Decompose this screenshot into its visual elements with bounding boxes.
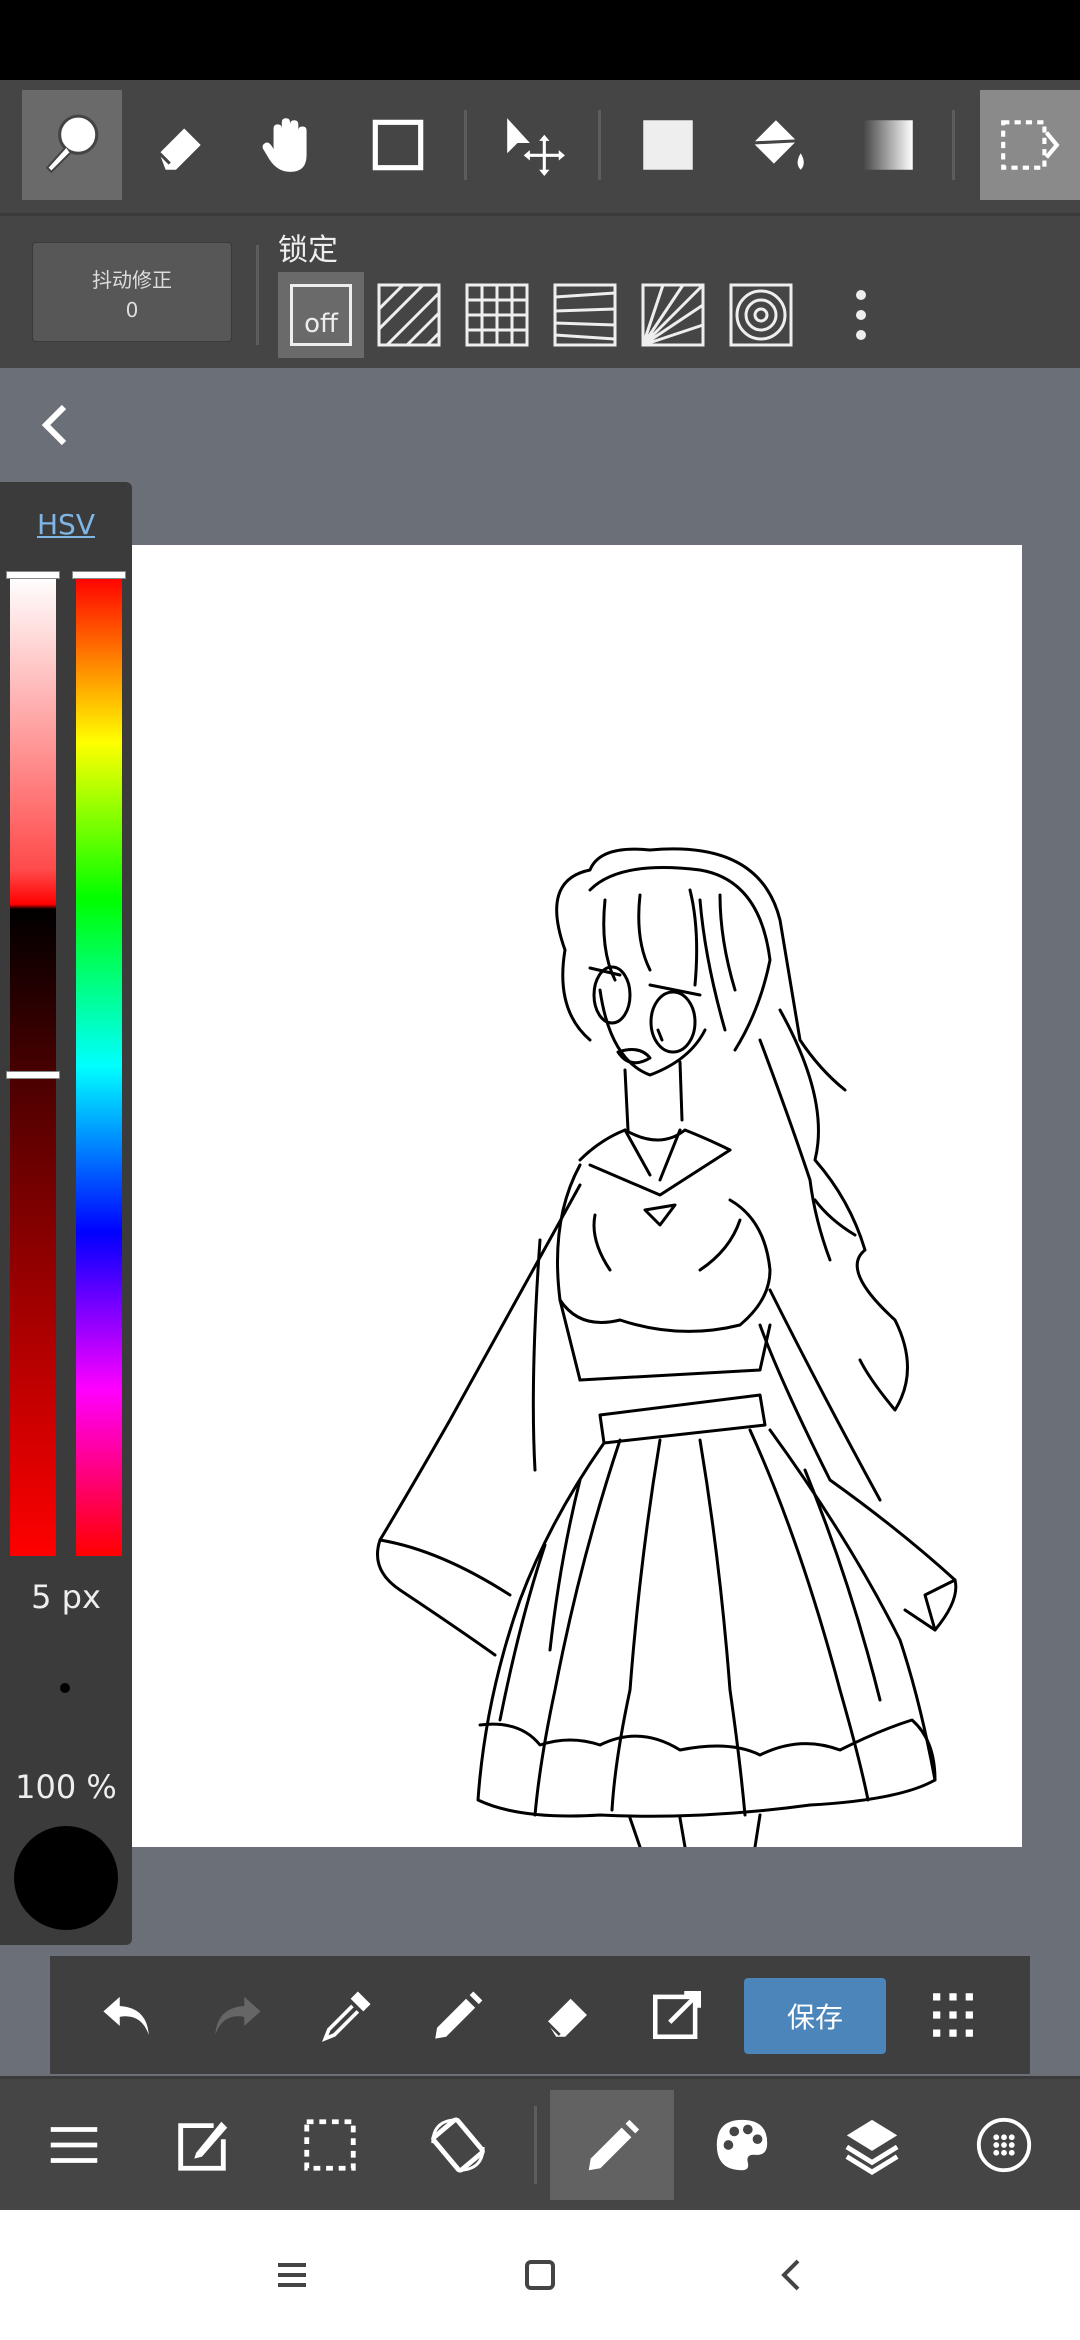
collapse-panel-icon[interactable] [30,395,80,455]
save-button[interactable]: 保存 [744,1978,886,2054]
eyedropper-button[interactable] [302,1970,392,2060]
share-button[interactable] [632,1970,722,2060]
stabilizer-value: 0 [125,298,139,322]
rectangle-icon [372,119,424,171]
lock-off-label: off [290,284,352,346]
radial-lines-icon [641,283,705,347]
brush-tool-button[interactable] [22,90,122,200]
move-tool-button[interactable] [484,90,584,200]
nav-divider [534,2106,537,2184]
radial-lock-button[interactable] [630,272,716,358]
palette-button[interactable] [682,2090,802,2200]
filled-square-icon [643,120,693,170]
grid-lock-button[interactable] [454,272,540,358]
eraser-icon [158,128,201,170]
hamburger-icon [50,2127,98,2163]
perspective-lines-icon [553,283,617,347]
eraser-icon [546,1998,587,2037]
options-divider [256,245,259,345]
selection-button[interactable] [270,2090,390,2200]
concentric-lock-button[interactable] [718,272,804,358]
move-icon [507,118,565,176]
system-home-button[interactable] [510,2245,570,2305]
toolbar-divider [598,110,601,180]
drawing-canvas[interactable] [132,545,1022,1847]
layers-icon [845,2119,899,2175]
gradient-tool-button[interactable] [838,90,938,200]
select-tool-button[interactable] [980,90,1080,200]
paint-bucket-icon [753,120,804,170]
parallel-lines-lock-button[interactable] [366,272,452,358]
hand-icon [262,118,307,172]
tool-bar [0,80,1080,213]
more-vertical-icon [856,290,866,340]
status-bar [0,0,1080,80]
diagonal-lines-icon [377,283,441,347]
redo-button[interactable] [192,1970,282,2060]
stabilizer-button[interactable]: 抖动修正 0 [32,242,232,342]
palette-icon [716,2119,768,2171]
system-back-button[interactable] [762,2245,822,2305]
menu-button[interactable] [14,2090,134,2200]
rotate-screen-icon [431,2117,485,2173]
grid-dots-icon [933,1993,973,2037]
dashed-selection-icon [304,2119,356,2171]
home-square-icon [525,2260,555,2290]
edit-button[interactable] [142,2090,262,2200]
grid-icon [465,283,529,347]
materials-button[interactable] [944,2090,1064,2200]
brightness-top-handle[interactable] [6,571,60,579]
layers-button[interactable] [812,2090,932,2200]
brush-size-label[interactable]: 5 px [0,1578,132,1616]
toolbar-divider [464,110,467,180]
back-chevron-icon [781,2259,800,2291]
edit-square-icon [178,2121,228,2171]
perspective-lock-button[interactable] [542,272,628,358]
more-menu-button[interactable] [908,1970,998,2060]
concentric-circles-icon [729,283,793,347]
halftone-icon [976,2117,1032,2173]
eraser-button[interactable] [522,1970,612,2060]
pencil-icon [588,2119,640,2171]
system-menu-button[interactable] [262,2245,322,2305]
stabilizer-label: 抖动修正 [92,268,172,292]
undo-icon [103,1996,149,2035]
rotate-canvas-button[interactable] [398,2090,518,2200]
eraser-tool-button[interactable] [128,90,228,200]
brightness-handle[interactable] [6,1071,60,1079]
toolbar-divider [952,110,955,180]
lock-off-button[interactable]: off [278,272,364,358]
hand-tool-button[interactable] [238,90,338,200]
line-art-drawing [376,847,958,1847]
brightness-slider[interactable] [10,576,56,1556]
redo-icon [215,1996,261,2035]
lock-label: 锁定 [278,233,338,268]
fill-rect-tool-button[interactable] [618,90,718,200]
rectangle-tool-button[interactable] [348,90,448,200]
brush-size-preview [60,1683,70,1693]
hue-handle[interactable] [72,571,126,579]
dashed-select-icon [1001,120,1060,170]
brush-icon [45,114,99,174]
pencil-icon [435,1991,483,2039]
brush-nav-button[interactable] [550,2090,674,2200]
eyedropper-icon [321,1991,371,2042]
pencil-button[interactable] [412,1970,502,2060]
opacity-label[interactable]: 100 % [0,1768,132,1806]
gradient-icon [863,120,913,170]
hue-slider[interactable] [76,576,122,1556]
hsv-mode-link[interactable]: HSV [0,508,132,541]
current-color-swatch[interactable] [14,1826,118,1930]
open-external-icon [652,1990,702,2040]
more-options-button[interactable] [808,272,894,358]
bucket-tool-button[interactable] [728,90,828,200]
undo-button[interactable] [82,1970,172,2060]
menu-lines-icon [278,2263,306,2287]
